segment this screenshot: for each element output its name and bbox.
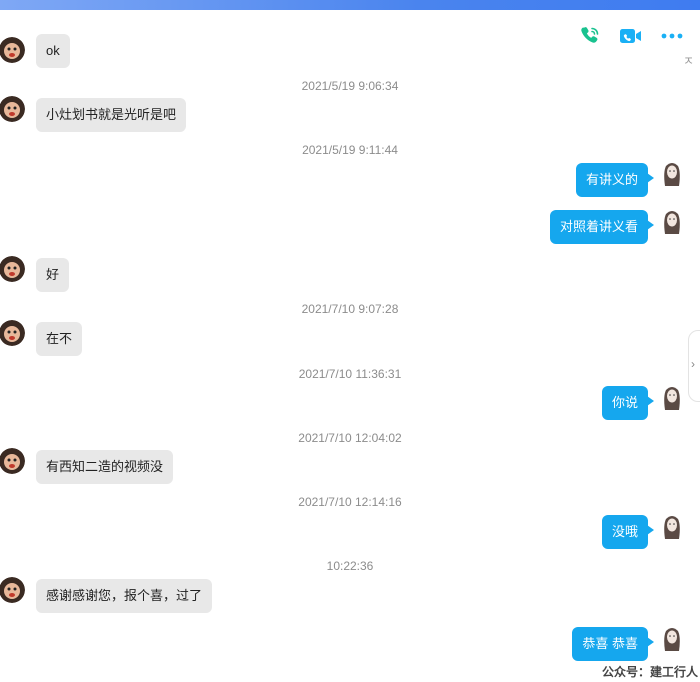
incoming-message[interactable]: 感谢感谢您，报个喜，过了 <box>36 579 213 613</box>
incoming-message[interactable]: ok <box>36 34 70 68</box>
window-top-bar <box>0 0 700 10</box>
watermark: 公众号：建工行人 <box>601 665 698 679</box>
chevron-right-icon: › <box>691 357 695 371</box>
timestamp: 2021/7/10 9:07:28 <box>301 302 399 316</box>
message-list: ok 2021/5/19 9:06:34 小灶划书就是光听是吧 2021/5/1… <box>0 34 700 682</box>
outgoing-message[interactable]: 恭喜 恭喜 <box>572 627 654 661</box>
outgoing-message[interactable]: 对照着讲义看 <box>549 210 655 244</box>
timestamp: 2021/7/10 11:36:31 <box>298 367 402 381</box>
timestamp: 2021/7/10 12:14:16 <box>298 495 402 509</box>
contact-avatar[interactable] <box>0 577 25 603</box>
user-avatar[interactable] <box>657 382 687 412</box>
incoming-message[interactable]: 好 <box>36 258 70 292</box>
timestamp: 2021/5/19 9:11:44 <box>302 143 398 157</box>
outgoing-message[interactable]: 你说 <box>601 386 655 420</box>
timestamp: 10:22:36 <box>326 559 374 573</box>
contact-avatar[interactable] <box>0 96 25 122</box>
user-avatar[interactable] <box>657 206 687 236</box>
incoming-message[interactable]: 有西知二造的视频没 <box>36 450 174 484</box>
contact-avatar[interactable] <box>0 320 25 346</box>
timestamp: 2021/5/19 9:06:34 <box>301 79 399 93</box>
timestamp: 2021/7/10 12:04:02 <box>298 431 402 445</box>
outgoing-message[interactable]: 有讲义的 <box>575 163 655 197</box>
contact-avatar[interactable] <box>0 448 25 474</box>
user-avatar[interactable] <box>657 623 687 653</box>
user-avatar[interactable] <box>657 158 687 188</box>
incoming-message[interactable]: 小灶划书就是光听是吧 <box>36 98 187 132</box>
user-avatar[interactable] <box>657 511 687 541</box>
side-panel-toggle[interactable]: › <box>688 330 700 402</box>
outgoing-message[interactable]: 没哦 <box>601 515 655 549</box>
contact-avatar[interactable] <box>0 256 25 282</box>
incoming-message[interactable]: 在不 <box>36 322 83 356</box>
contact-avatar[interactable] <box>0 37 25 63</box>
